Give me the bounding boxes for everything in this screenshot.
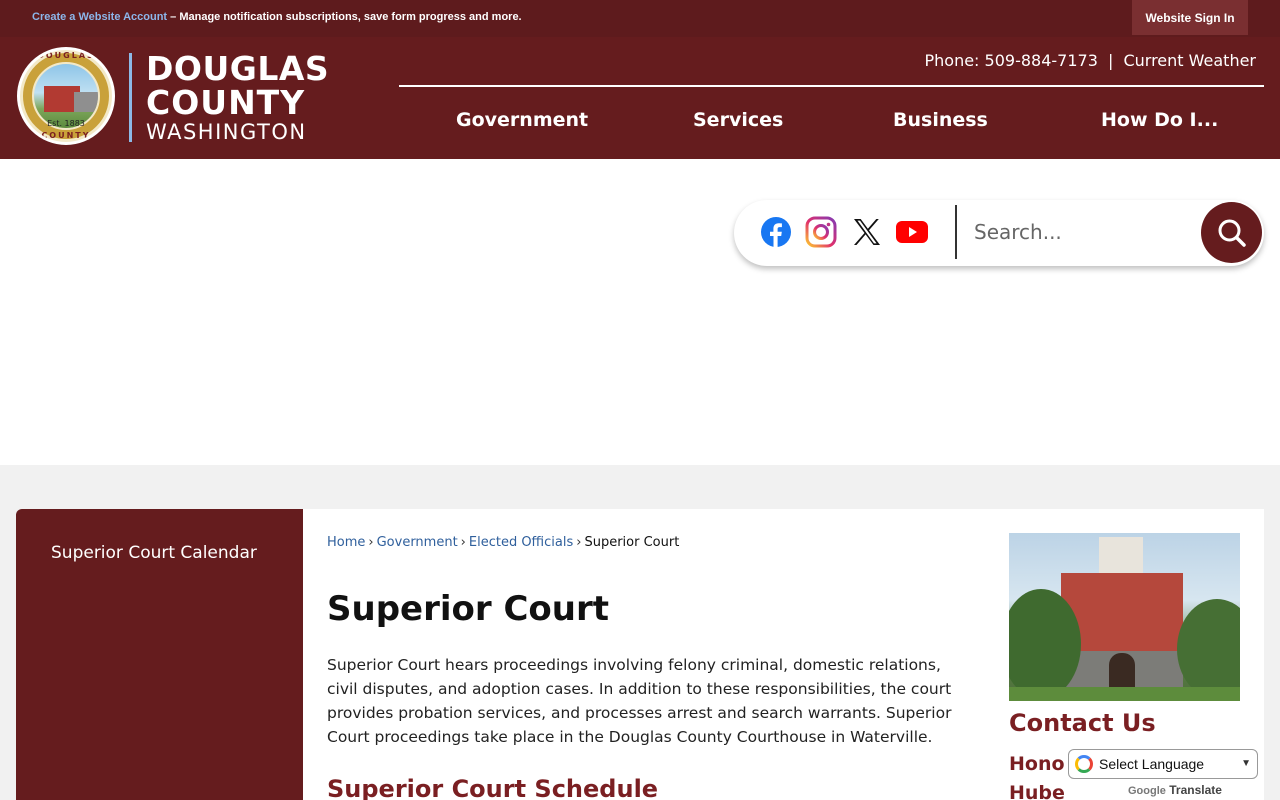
- seal-established: Est. 1883: [47, 119, 85, 128]
- website-sign-in-button[interactable]: Website Sign In: [1132, 0, 1248, 35]
- google-translate-widget: Select Language ▼ Google Translate: [1066, 747, 1260, 800]
- language-select-label: Select Language: [1099, 756, 1205, 772]
- nav-services[interactable]: Services: [693, 109, 783, 131]
- powered-by-google[interactable]: Google Translate: [1128, 783, 1222, 797]
- breadcrumb-separator: ›: [368, 535, 374, 550]
- seal-bottom-text: COUNTY: [41, 131, 91, 140]
- youtube-icon[interactable]: [896, 216, 928, 248]
- search-button[interactable]: [1201, 202, 1262, 263]
- photo-entrance: [1109, 653, 1135, 687]
- create-account-link[interactable]: Create a Website Account: [32, 11, 167, 23]
- phone-link[interactable]: Phone: 509-884-7173: [924, 51, 1097, 70]
- google-wordmark: Google: [1128, 785, 1166, 797]
- account-promo: Create a Website Account – Manage notifi…: [32, 11, 522, 23]
- site-header: DOUGLAS Est. 1883 COUNTY DOUGLAS COUNTY …: [0, 37, 1280, 159]
- translate-label: Translate: [1169, 783, 1222, 797]
- secondary-nav: Superior Court Calendar: [16, 509, 303, 800]
- google-g-icon: [1075, 755, 1093, 773]
- nav-government[interactable]: Government: [456, 109, 588, 131]
- contact-separator: |: [1107, 51, 1114, 70]
- seal-top-text: DOUGLAS: [37, 51, 95, 60]
- page-title: Superior Court: [327, 589, 610, 629]
- schedule-heading: Superior Court Schedule: [327, 775, 659, 800]
- breadcrumb-home[interactable]: Home: [327, 535, 365, 550]
- county-seal-logo[interactable]: DOUGLAS Est. 1883 COUNTY: [17, 47, 115, 145]
- courthouse-photo: [1009, 533, 1240, 701]
- header-contact: Phone: 509-884-7173 | Current Weather: [924, 51, 1256, 70]
- utility-bar: Create a Website Account – Manage notifi…: [0, 0, 1280, 37]
- photo-lawn: [1009, 687, 1240, 701]
- brand-name-line2[interactable]: COUNTY: [146, 86, 305, 120]
- contact-name-line1[interactable]: Honor: [1009, 753, 1074, 775]
- breadcrumb-elected-officials[interactable]: Elected Officials: [469, 535, 573, 550]
- brand-divider: [129, 53, 132, 142]
- facebook-icon[interactable]: [760, 216, 792, 248]
- site-search-input[interactable]: [974, 212, 1194, 252]
- nav-business[interactable]: Business: [893, 109, 988, 131]
- breadcrumb-separator: ›: [576, 535, 582, 550]
- breadcrumb: Home › Government › Elected Officials › Superi…: [327, 535, 679, 550]
- photo-tree-right: [1177, 599, 1240, 699]
- social-search-bar: [734, 200, 1264, 266]
- contact-us-heading: Contact Us: [1009, 709, 1156, 737]
- search-icon: [1218, 219, 1246, 247]
- breadcrumb-government[interactable]: Government: [377, 535, 458, 550]
- brand-name-line3[interactable]: WASHINGTON: [146, 121, 307, 143]
- nav-how-do-i[interactable]: How Do I...: [1101, 109, 1218, 131]
- x-icon[interactable]: [851, 216, 883, 248]
- instagram-icon[interactable]: [805, 216, 837, 248]
- breadcrumb-separator: ›: [460, 535, 466, 550]
- language-select[interactable]: Select Language ▼: [1068, 749, 1258, 779]
- photo-tower: [1099, 537, 1143, 577]
- breadcrumb-current: Superior Court: [584, 535, 680, 550]
- intro-paragraph: Superior Court hears proceedings involvi…: [327, 656, 952, 746]
- brand-name-line1[interactable]: DOUGLAS: [146, 52, 329, 86]
- current-weather-link[interactable]: Current Weather: [1123, 51, 1256, 70]
- contact-name-line2[interactable]: Huber: [1009, 782, 1074, 800]
- chevron-down-icon: ▼: [1241, 758, 1251, 769]
- sidebar-item-superior-court-calendar[interactable]: Superior Court Calendar: [51, 543, 257, 563]
- main-nav: Government Services Business How Do I...: [399, 97, 1264, 147]
- search-divider: [955, 205, 957, 259]
- account-promo-text: – Manage notification subscriptions, sav…: [167, 11, 522, 23]
- seal-building-annex: [74, 92, 98, 112]
- header-rule: [399, 85, 1264, 87]
